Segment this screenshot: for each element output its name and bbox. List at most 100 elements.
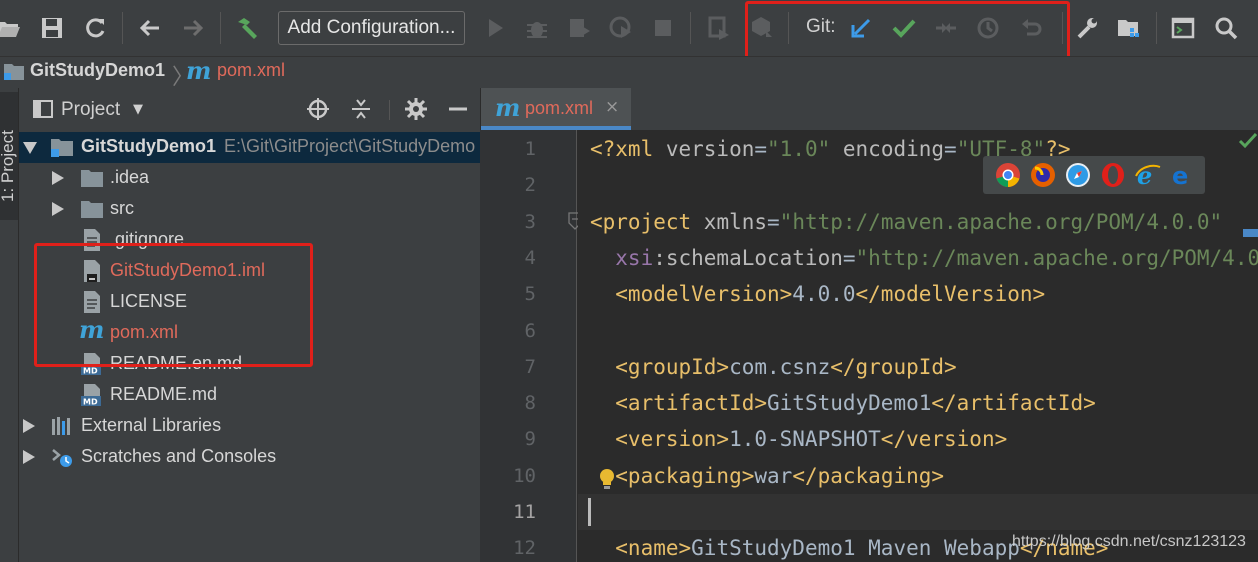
- modified-files-highlight-box: [34, 243, 313, 367]
- toolbar-separator: [122, 12, 123, 44]
- svg-text:MD: MD: [83, 398, 98, 407]
- lightbulb-icon[interactable]: [598, 468, 616, 490]
- forward-icon[interactable]: [178, 13, 208, 43]
- close-icon[interactable]: ×: [605, 97, 619, 117]
- collapse-all-icon[interactable]: [350, 98, 372, 120]
- opera-icon[interactable]: [1100, 162, 1126, 188]
- breadcrumb-file[interactable]: pom.xml: [217, 60, 285, 81]
- ie-icon[interactable]: e: [1135, 161, 1161, 190]
- save-icon[interactable]: [37, 13, 67, 43]
- debug-icon[interactable]: [522, 13, 552, 43]
- folder-icon: [81, 170, 103, 187]
- code-line: xsi:schemaLocation="http://maven.apache.…: [590, 240, 1258, 276]
- tree-item-scratches[interactable]: Scratches and Consoles: [19, 442, 480, 473]
- tree-item-readme[interactable]: MD README.md: [19, 380, 480, 411]
- watermark-text: https://blog.csdn.net/csnz123123: [1012, 533, 1246, 550]
- line-number: 8: [524, 392, 536, 415]
- safari-icon[interactable]: [1065, 162, 1091, 188]
- code-token: =: [944, 137, 957, 161]
- settings-wrench-icon[interactable]: [1072, 13, 1102, 43]
- maven-icon: m: [495, 93, 521, 122]
- code-token: "http://maven.apache.org/POM/4.0.0 http:…: [855, 245, 1258, 270]
- code-line: <version>1.0-SNAPSHOT</version>: [590, 421, 1007, 457]
- code-token: "http://maven.apache.org/POM/4.0.0": [779, 209, 1223, 234]
- code-token: =: [754, 137, 768, 161]
- locate-target-icon[interactable]: [307, 98, 329, 120]
- open-folder-icon[interactable]: [0, 13, 24, 43]
- code-token: <name>: [590, 536, 692, 561]
- tree-item-label: .idea: [110, 167, 150, 187]
- breadcrumb-project[interactable]: GitStudyDemo1: [30, 60, 165, 81]
- line-number: 9: [524, 428, 536, 451]
- chevron-right-icon[interactable]: [52, 171, 64, 185]
- code-token: </groupId>: [830, 354, 957, 379]
- tree-item-idea[interactable]: .idea: [19, 163, 480, 194]
- tree-item-src[interactable]: src: [19, 194, 480, 225]
- build-hammer-icon[interactable]: [232, 13, 262, 43]
- stop-icon[interactable]: [648, 13, 678, 43]
- code-token: </version>: [880, 427, 1008, 452]
- edge-icon[interactable]: e: [1170, 162, 1196, 190]
- editor-tab-bar: m pom.xml ×: [480, 88, 1258, 130]
- project-window-icon: [33, 100, 53, 118]
- chevron-right-icon[interactable]: [23, 450, 35, 464]
- toolbar-separator: [220, 12, 221, 44]
- terminal-icon[interactable]: [1168, 13, 1198, 43]
- code-token: </packaging>: [792, 463, 945, 488]
- code-token: <version>: [590, 427, 730, 452]
- libraries-icon: [52, 417, 70, 435]
- chrome-icon[interactable]: [995, 162, 1021, 188]
- tree-item-external-libraries[interactable]: External Libraries: [19, 411, 480, 442]
- project-panel-header: Project ▼: [19, 88, 480, 130]
- coverage-icon[interactable]: [564, 13, 594, 43]
- svg-text:MD: MD: [83, 367, 98, 376]
- code-token: version: [665, 137, 755, 161]
- code-token: xmlns: [703, 209, 768, 234]
- code-token: <groupId>: [590, 354, 730, 379]
- line-number: 3: [524, 210, 536, 233]
- toolbar-separator: [1156, 12, 1157, 44]
- code-token: encoding: [830, 137, 945, 161]
- search-icon[interactable]: [1211, 13, 1241, 43]
- breadcrumb: GitStudyDemo1 〉 m pom.xml: [0, 56, 1258, 89]
- code-editor[interactable]: <?xml version="1.0" encoding="UTF-8"?> <p…: [578, 130, 1258, 562]
- current-line-highlight: [578, 494, 1258, 530]
- tree-item-path: E:\Git\GitProject\GitStudyDemo: [224, 136, 476, 156]
- scrollbar-marker: [1243, 229, 1258, 237]
- left-tool-strip: 1: Project: [0, 88, 19, 562]
- code-line: <modelVersion>4.0.0</modelVersion>: [590, 276, 1045, 312]
- add-configuration-button[interactable]: Add Configuration...: [278, 11, 465, 45]
- chevron-right-icon[interactable]: [52, 202, 64, 216]
- markdown-icon: MD: [81, 384, 101, 407]
- maven-icon: m: [186, 56, 212, 85]
- tree-item-label: GitStudyDemo1 E:\Git\GitProject\GitStudyD…: [81, 136, 476, 156]
- profile-icon[interactable]: [606, 13, 636, 43]
- code-token: <project: [590, 209, 704, 234]
- project-panel-title[interactable]: Project: [61, 99, 120, 121]
- code-token: "1.0": [767, 137, 831, 161]
- code-token: </artifactId>: [931, 391, 1096, 416]
- tree-item-label: README.md: [110, 384, 218, 404]
- minimize-icon[interactable]: [447, 98, 469, 120]
- code-token: <?xml: [590, 137, 666, 161]
- chevron-right-icon[interactable]: [23, 419, 35, 433]
- dropdown-caret-icon[interactable]: ▼: [133, 102, 143, 117]
- line-number: 7: [524, 355, 536, 378]
- sync-icon[interactable]: [80, 13, 110, 43]
- project-structure-icon[interactable]: [1114, 13, 1144, 43]
- chevron-down-icon[interactable]: [23, 142, 37, 154]
- firefox-icon[interactable]: [1030, 162, 1056, 188]
- project-tool-tab[interactable]: 1: Project: [0, 92, 18, 220]
- tab-pom-xml[interactable]: m pom.xml ×: [481, 88, 631, 130]
- back-icon[interactable]: [135, 13, 165, 43]
- module-folder-icon: [51, 139, 73, 157]
- tree-item-gitstudydemo1[interactable]: GitStudyDemo1 E:\Git\GitProject\GitStudyD…: [19, 132, 480, 163]
- device-icon[interactable]: [703, 13, 733, 43]
- code-token: :schemaLocation: [653, 245, 843, 270]
- inspection-ok-check-icon[interactable]: [1238, 132, 1258, 150]
- gear-icon[interactable]: [405, 98, 427, 120]
- run-icon[interactable]: [480, 13, 510, 43]
- toolbar-separator: [690, 12, 691, 44]
- line-number: 12: [513, 537, 536, 560]
- code-token: <artifactId>: [590, 391, 768, 416]
